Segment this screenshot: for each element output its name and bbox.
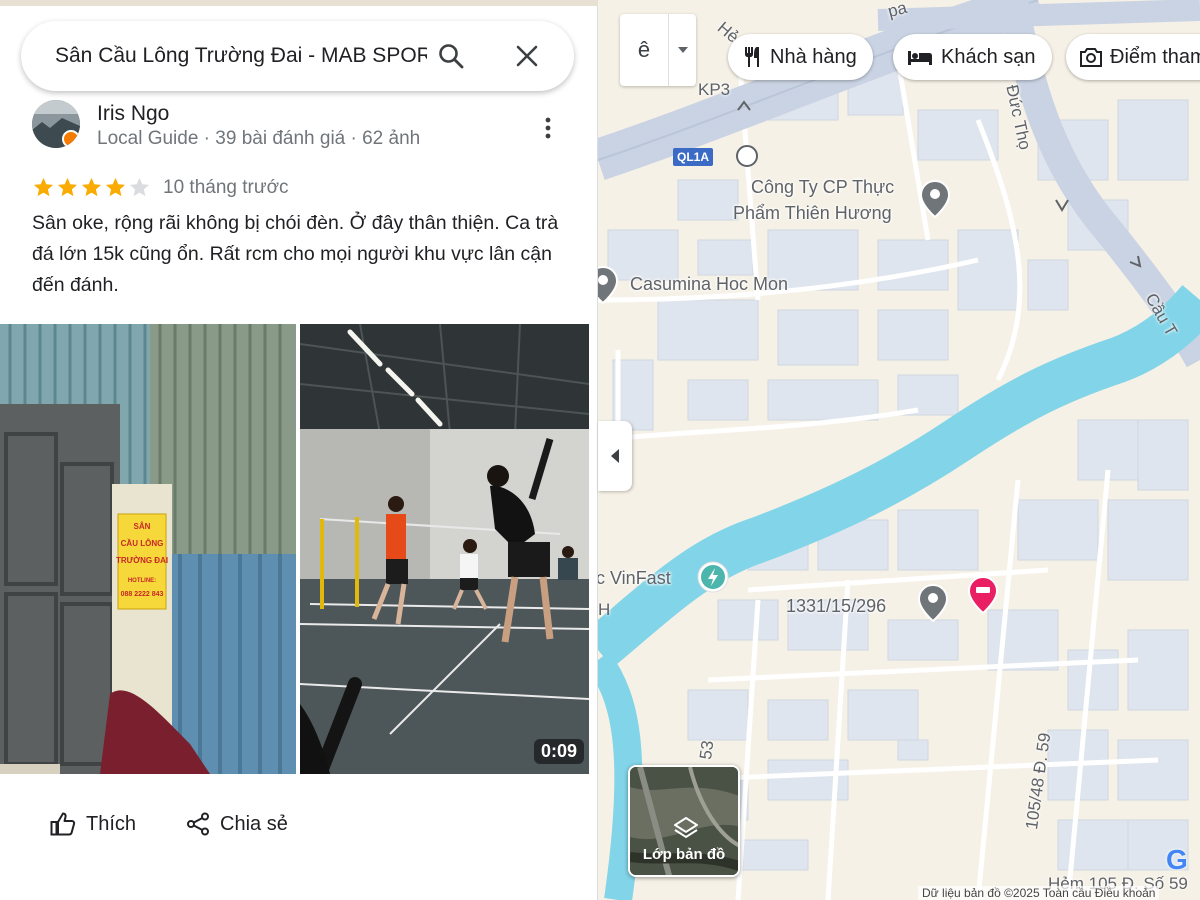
more-options-button[interactable]	[536, 116, 560, 140]
sign-line-3: TRƯỜNG ĐAI	[116, 556, 168, 565]
place-pin-icon[interactable]	[918, 584, 948, 622]
map-canvas[interactable]: Công Ty CP Thực Phẩm Thiên Hương Casumin…	[598, 0, 1200, 900]
language-value[interactable]: ê	[620, 37, 668, 63]
place-label-food-company-2[interactable]: Phẩm Thiên Hương	[733, 201, 892, 225]
star-rating	[32, 176, 151, 199]
road-label-kp3: KP3	[698, 80, 731, 99]
search-button[interactable]	[427, 32, 475, 80]
search-input[interactable]	[55, 44, 427, 68]
share-icon	[187, 812, 210, 836]
review-time: 10 tháng trước	[163, 176, 289, 198]
road-label-h: H	[598, 600, 611, 619]
close-icon	[516, 45, 538, 67]
review-rating: 10 tháng trước	[32, 176, 289, 199]
place-label-casumina[interactable]: Casumina Hoc Mon	[630, 272, 788, 296]
avatar[interactable]	[32, 100, 80, 148]
collapse-panel-button[interactable]	[598, 421, 632, 491]
map-footer[interactable]: Dữ liệu bản đồ ©2025 Toàn cầu Điều khoản	[918, 886, 1160, 900]
chevron-left-icon	[611, 449, 619, 463]
sign-line-1: SÂN	[134, 522, 151, 531]
chip-attractions-label: Điểm tham quan	[1110, 45, 1200, 68]
chip-restaurants[interactable]: Nhà hàng	[728, 34, 873, 80]
top-strip	[0, 0, 598, 6]
share-label: Chia sẻ	[220, 812, 288, 835]
hotel-pin-icon[interactable]	[968, 576, 998, 614]
thumbs-up-icon	[50, 812, 76, 836]
charging-station-icon[interactable]	[696, 560, 730, 594]
place-pin-icon[interactable]	[920, 180, 950, 218]
chip-attractions[interactable]: Điểm tham quan	[1066, 34, 1200, 80]
star-filled-icon	[81, 177, 102, 197]
review-video[interactable]: 0:09	[300, 324, 589, 774]
more-vert-icon	[545, 117, 551, 139]
bus-stop-icon[interactable]	[736, 145, 758, 167]
road-label-53: 53	[696, 739, 718, 761]
place-label-vinfast[interactable]: c VinFast	[598, 566, 671, 590]
like-label: Thích	[86, 812, 137, 835]
sign-line-2: CẦU LÔNG	[121, 538, 164, 548]
video-duration: 0:09	[533, 739, 584, 764]
place-label-food-company-1[interactable]: Công Ty CP Thực	[751, 175, 894, 199]
layers-icon	[674, 817, 698, 839]
reviewer-name[interactable]: Iris Ngo	[97, 102, 169, 126]
chip-restaurants-label: Nhà hàng	[770, 45, 857, 68]
camera-icon	[1080, 48, 1102, 67]
chip-hotels[interactable]: Khách sạn	[893, 34, 1052, 80]
language-selector[interactable]: ê	[620, 14, 696, 86]
chevron-down-icon[interactable]	[668, 14, 696, 86]
hotel-bed-icon	[908, 51, 932, 65]
star-filled-icon	[33, 177, 54, 197]
side-panel: Iris Ngo Local Guide · 39 bài đánh giá ·…	[0, 0, 598, 900]
reviewer-meta: Local Guide · 39 bài đánh giá · 62 ảnh	[97, 128, 421, 149]
star-filled-icon	[57, 177, 78, 197]
close-search-button[interactable]	[503, 32, 551, 80]
place-pin-icon[interactable]	[598, 266, 618, 304]
highway-shield: QL1A	[673, 148, 714, 166]
badminton-court-photo	[300, 324, 589, 774]
star-empty-icon	[129, 177, 150, 197]
like-button[interactable]: Thích	[50, 812, 136, 836]
restaurant-icon	[745, 47, 759, 67]
review-actions: Thích Chia sẻ	[50, 812, 288, 836]
sign-line-5: 088 2222 843	[121, 591, 164, 598]
share-button[interactable]: Chia sẻ	[186, 812, 288, 836]
layers-button[interactable]: Lớp bản đồ	[628, 765, 740, 877]
entrance-photo: SÂN CẦU LÔNG TRƯỜNG ĐAI HOTLINE: 088 222…	[0, 324, 296, 774]
search-icon	[439, 44, 464, 69]
search-box[interactable]	[21, 21, 574, 91]
local-guide-badge-icon	[62, 130, 80, 148]
layers-label: Lớp bản đồ	[642, 846, 726, 863]
review-photo-1[interactable]: SÂN CẦU LÔNG TRƯỜNG ĐAI HOTLINE: 088 222…	[0, 324, 296, 774]
place-label-address[interactable]: 1331/15/296	[786, 594, 886, 618]
review-text: Sân oke, rộng rãi không bị chói đèn. Ở đ…	[32, 212, 559, 296]
google-logo: G	[1166, 844, 1188, 875]
sign-line-4: HOTLINE:	[128, 578, 156, 584]
chip-hotels-label: Khách sạn	[941, 45, 1036, 68]
star-filled-icon	[105, 177, 126, 197]
